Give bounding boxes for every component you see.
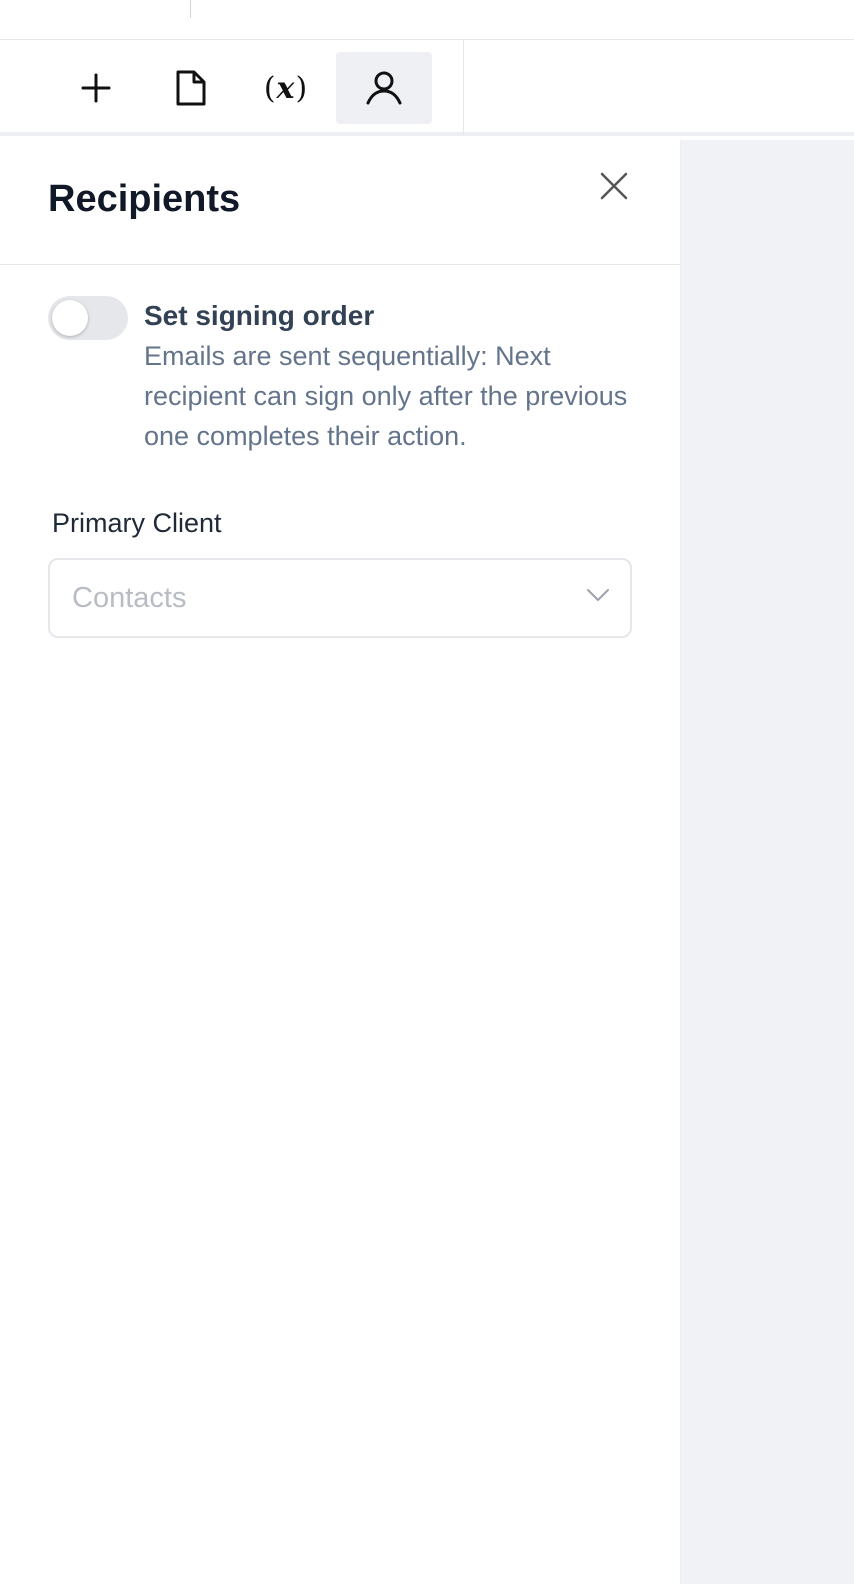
panel-header: Recipients [0,140,680,265]
panel-title: Recipients [48,178,241,220]
variable-icon: (x) [263,70,309,106]
add-button[interactable] [48,52,144,124]
document-icon [174,68,208,108]
primary-client-label: Primary Client [52,508,222,538]
recipients-button[interactable] [336,52,432,124]
user-icon [365,69,403,107]
toolbar: (x) [0,40,854,136]
signing-order-text: Set signing order Emails are sent sequen… [144,298,644,456]
signing-order-label: Set signing order [144,300,375,331]
document-button[interactable] [143,52,239,124]
variables-button[interactable]: (x) [238,52,334,124]
top-bar [0,0,854,40]
signing-order-toggle[interactable] [48,296,128,340]
chevron-down-icon [586,588,610,607]
primary-client-select[interactable]: Contacts [48,558,632,638]
plus-icon [80,72,112,104]
top-bar-divider [190,0,191,18]
signing-order-description: Emails are sent sequentially: Next recip… [144,341,628,451]
canvas-background [680,140,854,1584]
close-icon [600,172,628,205]
recipients-panel: Recipients Set signing order Emails are … [0,140,680,1584]
select-placeholder: Contacts [72,582,187,614]
close-button[interactable] [596,170,632,206]
toolbar-separator [463,40,464,134]
toggle-knob [52,300,88,336]
